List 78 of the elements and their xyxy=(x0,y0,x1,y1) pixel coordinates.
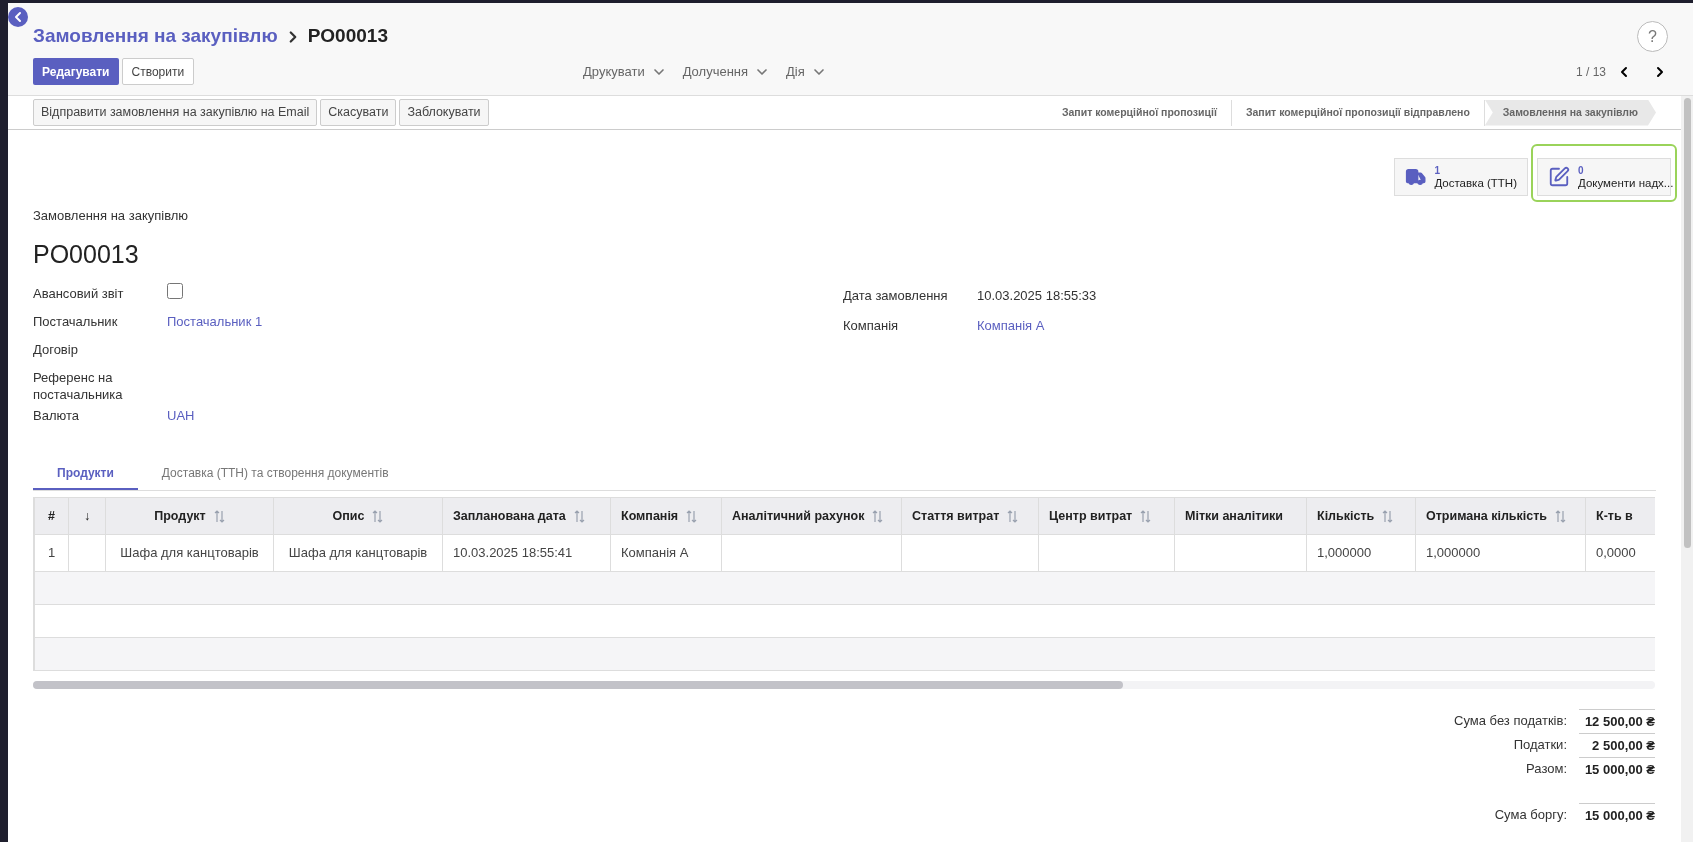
field-label: Референс на постачальника xyxy=(33,369,124,403)
total-value: 15 000,00 ₴ xyxy=(1579,803,1655,827)
help-button[interactable]: ? xyxy=(1637,21,1668,52)
sort-icon xyxy=(372,509,384,523)
column-header[interactable]: ↓ xyxy=(68,497,106,535)
field-label: Валюта xyxy=(33,407,80,424)
column-header[interactable]: Опис xyxy=(273,497,443,535)
tab[interactable]: Продукти xyxy=(33,457,138,490)
column-header[interactable]: # xyxy=(34,497,69,535)
edit-icon xyxy=(1548,166,1570,188)
table-cell: Шафа для канцтоварів xyxy=(273,534,443,572)
status-stage[interactable]: Запит комерційної пропозиції xyxy=(1047,99,1232,126)
sort-icon xyxy=(1382,509,1394,523)
vertical-scrollbar[interactable] xyxy=(1681,96,1693,842)
field-label: Дата замовлення xyxy=(843,287,949,304)
total-label: Податки: xyxy=(1512,736,1567,754)
checkbox[interactable] xyxy=(167,283,183,299)
total-value: 12 500,00 ₴ xyxy=(1579,709,1655,733)
field-link[interactable]: Постачальник 1 xyxy=(167,313,263,330)
total-value: 15 000,00 ₴ xyxy=(1579,757,1655,781)
tab[interactable]: Доставка (ТТН) та створення документів xyxy=(137,457,413,490)
create-button[interactable]: Створити xyxy=(121,58,195,85)
table-cell: Компанія A xyxy=(610,534,722,572)
column-header[interactable]: Центр витрат xyxy=(1038,497,1175,535)
count-label: 0 xyxy=(1578,164,1585,177)
action-button[interactable]: Скасувати xyxy=(320,99,397,126)
field-label: Постачальник xyxy=(33,313,119,330)
field-link[interactable]: UAH xyxy=(167,407,195,424)
column-header[interactable]: Мітки аналітики xyxy=(1174,497,1307,535)
pager-counter: 1 / 13 xyxy=(1575,63,1606,81)
form-subtitle: Замовлення на закупівлю xyxy=(33,207,190,225)
column-header[interactable]: Стаття витрат xyxy=(901,497,1039,535)
sort-icon xyxy=(872,509,884,523)
button-label: Доставка (ТТН) xyxy=(1434,177,1517,190)
field-label: Авансовий звіт xyxy=(33,285,125,302)
field-label: Договір xyxy=(33,341,79,358)
sort-icon xyxy=(573,509,585,523)
field-label: Компанія xyxy=(843,317,900,334)
field-link[interactable]: Компанія A xyxy=(977,317,1045,334)
action-button[interactable]: Заблокувати xyxy=(399,99,489,126)
edit-button[interactable]: Редагувати xyxy=(33,58,119,85)
table-cell: 10.03.2025 18:55:41 xyxy=(442,534,611,572)
table-cell: 1,000000 xyxy=(1306,534,1416,572)
sort-icon xyxy=(686,509,698,523)
menu-dropdown[interactable]: Дія xyxy=(786,61,827,82)
record-title: PO00013 xyxy=(307,24,388,49)
column-header[interactable]: Запланована дата xyxy=(442,497,611,535)
breadcrumb-link[interactable]: Замовлення на закупівлю xyxy=(33,22,278,51)
total-label: Сума боргу: xyxy=(1493,806,1567,824)
sort-icon xyxy=(1007,509,1019,523)
sort-icon xyxy=(1140,509,1152,523)
total-label: Разом: xyxy=(1525,760,1567,778)
column-header[interactable]: Компанія xyxy=(610,497,722,535)
menu-dropdown[interactable]: Друкувати xyxy=(583,61,667,82)
horizontal-scrollbar[interactable] xyxy=(33,681,1655,689)
table-cell: 1 xyxy=(34,534,69,572)
table-cell: 1,000000 xyxy=(1415,534,1586,572)
record-name: PO00013 xyxy=(33,238,140,270)
field-value: 10.03.2025 18:55:33 xyxy=(977,287,1097,304)
total-label: Сума без податків: xyxy=(1454,712,1567,730)
status-stage[interactable]: Запит комерційної пропозиції відправлено xyxy=(1231,99,1485,126)
column-header[interactable]: К-ть в xyxy=(1585,497,1655,535)
button-label: Документи надх... xyxy=(1578,177,1674,190)
sort-icon xyxy=(1555,509,1566,523)
smart-button[interactable]: 1 Доставка (ТТН) xyxy=(1394,158,1528,196)
column-header[interactable]: Отримана кількість xyxy=(1415,497,1586,535)
column-header[interactable]: Кількість xyxy=(1306,497,1416,535)
total-value: 2 500,00 ₴ xyxy=(1579,733,1655,757)
count-label: 1 xyxy=(1434,164,1441,177)
sort-icon xyxy=(213,509,225,523)
action-button[interactable]: Відправити замовлення на закупівлю на Email xyxy=(33,99,318,126)
column-header[interactable]: Аналітичний рахунок xyxy=(721,497,902,535)
table-cell xyxy=(68,534,106,572)
column-header[interactable]: Продукт xyxy=(105,497,274,535)
menu-dropdown[interactable]: Долучення xyxy=(682,61,771,82)
smart-button[interactable]: 0 Документи надх... xyxy=(1537,158,1671,196)
status-stage[interactable]: Замовлення на закупівлю xyxy=(1484,99,1656,126)
table-cell: Шафа для канцтоварів xyxy=(105,534,274,572)
